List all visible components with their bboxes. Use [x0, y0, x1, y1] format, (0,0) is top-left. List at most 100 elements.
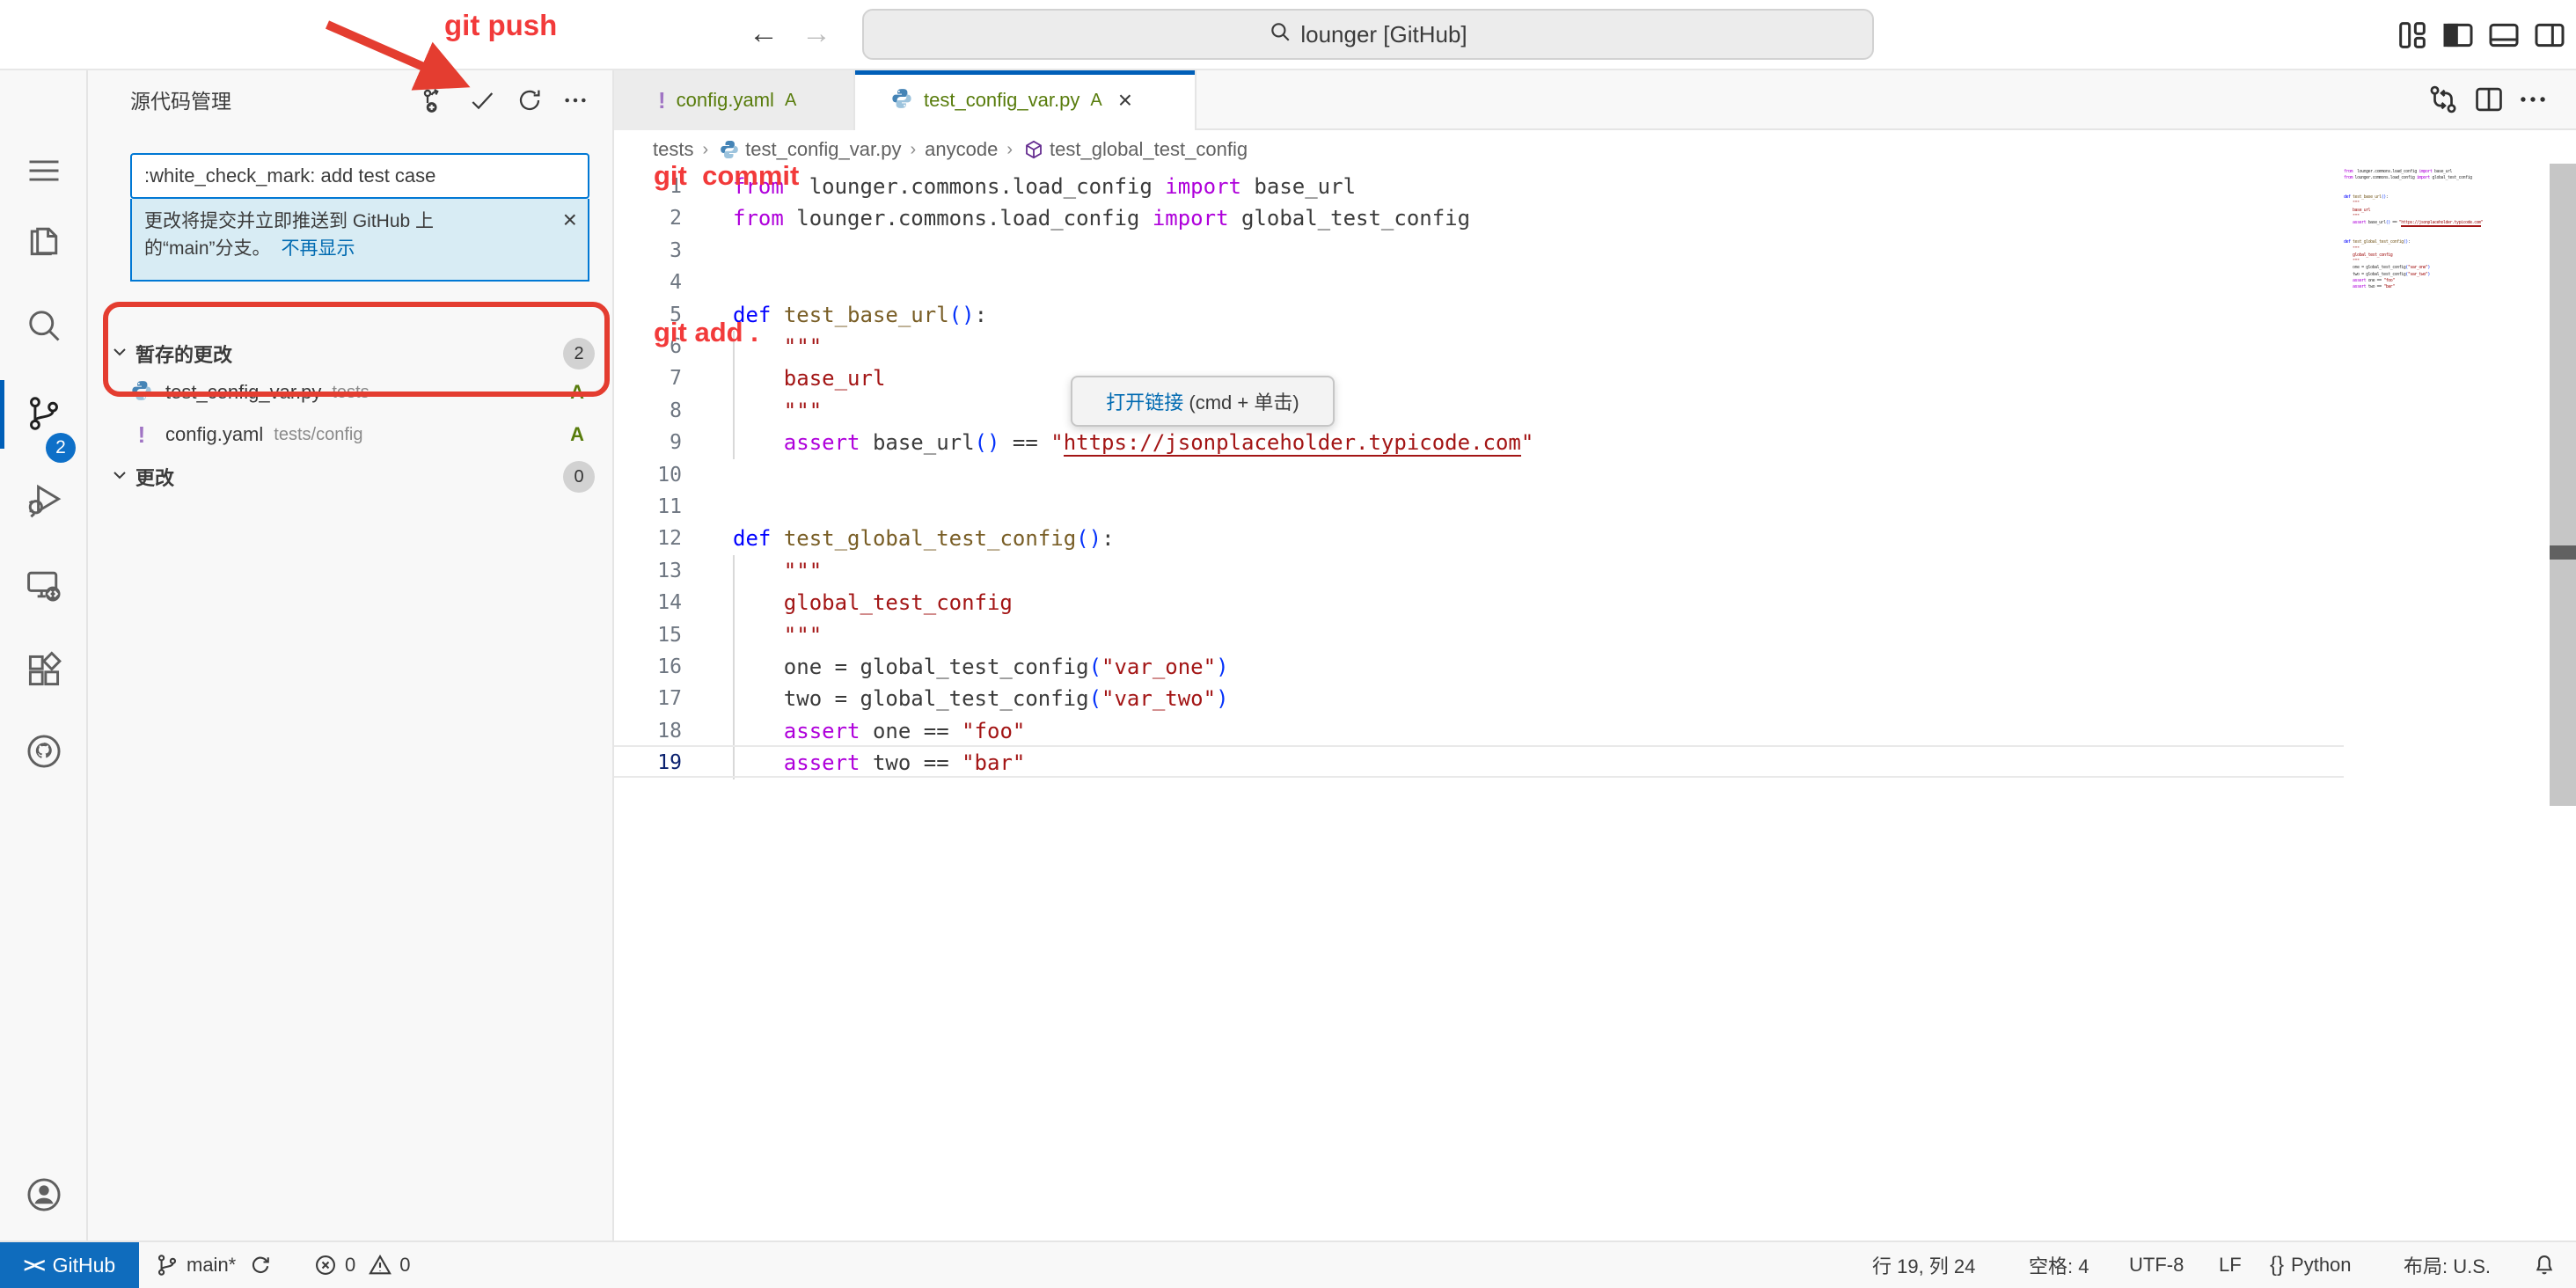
source-control-sidebar: 源代码管理 更改将提交并立即推送到 GitHub 上 的“main”分支。不再显… — [88, 70, 614, 1242]
breadcrumb-tests[interactable]: tests — [653, 138, 693, 161]
toggle-primary-sidebar-icon[interactable] — [2441, 18, 2476, 53]
minimap-line — [2344, 188, 2537, 194]
minimap-line: one = global_test_config("var_one") — [2344, 265, 2537, 271]
eol-setting[interactable]: LF — [2219, 1242, 2242, 1288]
cursor-position[interactable]: 行 19, 列 24 — [1872, 1242, 1975, 1288]
minimap[interactable]: from lounger.commons.load_config import … — [2344, 169, 2537, 310]
code-line[interactable]: from lounger.commons.load_config import … — [733, 202, 1470, 235]
code-line[interactable]: """ — [733, 395, 822, 428]
git-add-annotation: git add . — [654, 317, 758, 348]
minimap-line: """ — [2344, 201, 2537, 207]
staged-file-row-test-config-var[interactable]: test_config_var.py tests A — [88, 371, 614, 413]
breadcrumb-symbol[interactable]: test_global_test_config — [1050, 138, 1248, 161]
toggle-secondary-sidebar-icon[interactable] — [2532, 18, 2567, 53]
commit-check-icon[interactable] — [468, 86, 498, 116]
tab-config-yaml[interactable]: ! config.yaml A — [614, 70, 855, 130]
source-control-icon[interactable] — [25, 394, 63, 433]
code-line[interactable]: """ — [733, 555, 822, 588]
sidebar-title: 源代码管理 — [130, 84, 231, 114]
code-line[interactable]: one = global_test_config("var_one") — [733, 651, 1229, 684]
open-changes-diff-icon[interactable] — [2426, 83, 2462, 118]
nav-back-button[interactable]: ← — [744, 12, 783, 55]
code-line[interactable]: base_url — [733, 362, 885, 395]
code-line[interactable]: from lounger.commons.load_config import … — [733, 171, 1356, 203]
line-number: 17 — [614, 683, 682, 715]
remote-indicator[interactable]: >< GitHub — [0, 1242, 139, 1288]
title-bar: ← → lounger [GitHub] — [0, 0, 2576, 70]
editor-more-actions-icon[interactable] — [2516, 83, 2551, 118]
yaml-file-icon: ! — [658, 87, 666, 114]
explorer-icon[interactable] — [25, 222, 63, 260]
command-center-search[interactable]: lounger [GitHub] — [862, 9, 1874, 60]
changes-header[interactable]: 更改 0 — [88, 457, 614, 496]
github-icon[interactable] — [25, 732, 63, 771]
commit-message-input[interactable] — [130, 153, 589, 199]
dont-show-again-link[interactable]: 不再显示 — [282, 238, 355, 259]
extensions-icon[interactable] — [25, 651, 63, 690]
close-tab-icon[interactable]: × — [1118, 86, 1132, 114]
line-number: 12 — [614, 523, 682, 555]
code-line[interactable]: """ — [733, 619, 822, 652]
breadcrumb-anycode[interactable]: anycode — [925, 138, 998, 161]
line-number: 18 — [614, 715, 682, 748]
line-number: 15 — [614, 619, 682, 652]
editor-scrollbar[interactable] — [2550, 164, 2576, 806]
menu-icon[interactable] — [25, 151, 63, 190]
problems-indicator[interactable]: 0 0 — [313, 1242, 411, 1288]
create-branch-icon[interactable] — [421, 86, 450, 116]
run-debug-icon[interactable] — [25, 480, 63, 519]
code-line[interactable]: assert base_url() == "https://jsonplaceh… — [733, 427, 1533, 459]
open-link-text[interactable]: 打开链接 — [1106, 392, 1183, 413]
code-line[interactable]: global_test_config — [733, 587, 1013, 619]
refresh-icon[interactable] — [516, 86, 545, 116]
toggle-panel-icon[interactable] — [2486, 18, 2521, 53]
minimap-line: from lounger.commons.load_config import … — [2344, 169, 2537, 175]
minimap-line: from lounger.commons.load_config import … — [2344, 175, 2537, 181]
search-view-icon[interactable] — [25, 306, 63, 345]
line-number: 8 — [614, 395, 682, 428]
more-actions-icon[interactable] — [561, 86, 591, 116]
breadcrumb: tests › test_config_var.py › anycode › t… — [614, 130, 2576, 169]
minimap-line: assert two == "bar" — [2344, 284, 2537, 290]
branch-indicator[interactable]: main* — [155, 1242, 273, 1288]
staged-file-row-config-yaml[interactable]: ! config.yaml tests/config A — [88, 413, 614, 456]
remote-explorer-icon[interactable] — [25, 566, 63, 604]
yaml-file-icon: ! — [130, 421, 153, 449]
staged-count-badge: 2 — [563, 338, 595, 370]
customize-layout-icon[interactable] — [2395, 18, 2430, 53]
encoding-setting[interactable]: UTF-8 — [2129, 1242, 2184, 1288]
code-line[interactable]: assert two == "bar" — [733, 747, 1025, 779]
minimap-line: def test_base_url(): — [2344, 194, 2537, 201]
minimap-line — [2344, 182, 2537, 188]
split-editor-icon[interactable] — [2472, 83, 2507, 118]
notifications-bell-icon[interactable] — [2532, 1242, 2557, 1288]
code-line[interactable]: assert one == "foo" — [733, 715, 1025, 748]
activity-bar: 2 ⚙ — [0, 70, 88, 1242]
symbol-method-icon — [1023, 139, 1044, 160]
minimap-line: """ — [2344, 259, 2537, 265]
notice-close-icon[interactable]: × — [563, 206, 577, 233]
minimap-line: """ — [2344, 246, 2537, 252]
line-number: 9 — [614, 427, 682, 459]
chevron-down-icon — [109, 341, 130, 367]
code-editor[interactable]: 12345678910111213141516171819 from loung… — [614, 169, 2550, 1239]
git-commit-annotation: git commit — [654, 160, 799, 192]
nav-forward-button[interactable]: → — [797, 12, 836, 55]
staged-changes-header[interactable]: 暂存的更改 2 — [88, 334, 614, 373]
language-mode[interactable]: {} Python — [2270, 1242, 2352, 1288]
accounts-icon[interactable] — [25, 1175, 63, 1214]
tab-test-config-var-py[interactable]: test_config_var.py A × — [855, 70, 1197, 130]
code-line[interactable]: def test_base_url(): — [733, 299, 987, 332]
breadcrumb-file[interactable]: test_config_var.py — [745, 138, 901, 161]
minimap-line — [2344, 233, 2537, 239]
code-line[interactable]: two = global_test_config("var_two") — [733, 683, 1229, 715]
active-view-indicator — [0, 380, 4, 449]
line-number: 7 — [614, 362, 682, 395]
line-number: 4 — [614, 267, 682, 299]
line-number: 2 — [614, 202, 682, 235]
code-line[interactable]: def test_global_test_config(): — [733, 523, 1115, 555]
search-icon — [1269, 20, 1292, 49]
python-file-icon — [890, 87, 913, 114]
keyboard-layout[interactable]: 布局: U.S. — [2404, 1242, 2491, 1288]
indentation-setting[interactable]: 空格: 4 — [2029, 1242, 2089, 1288]
